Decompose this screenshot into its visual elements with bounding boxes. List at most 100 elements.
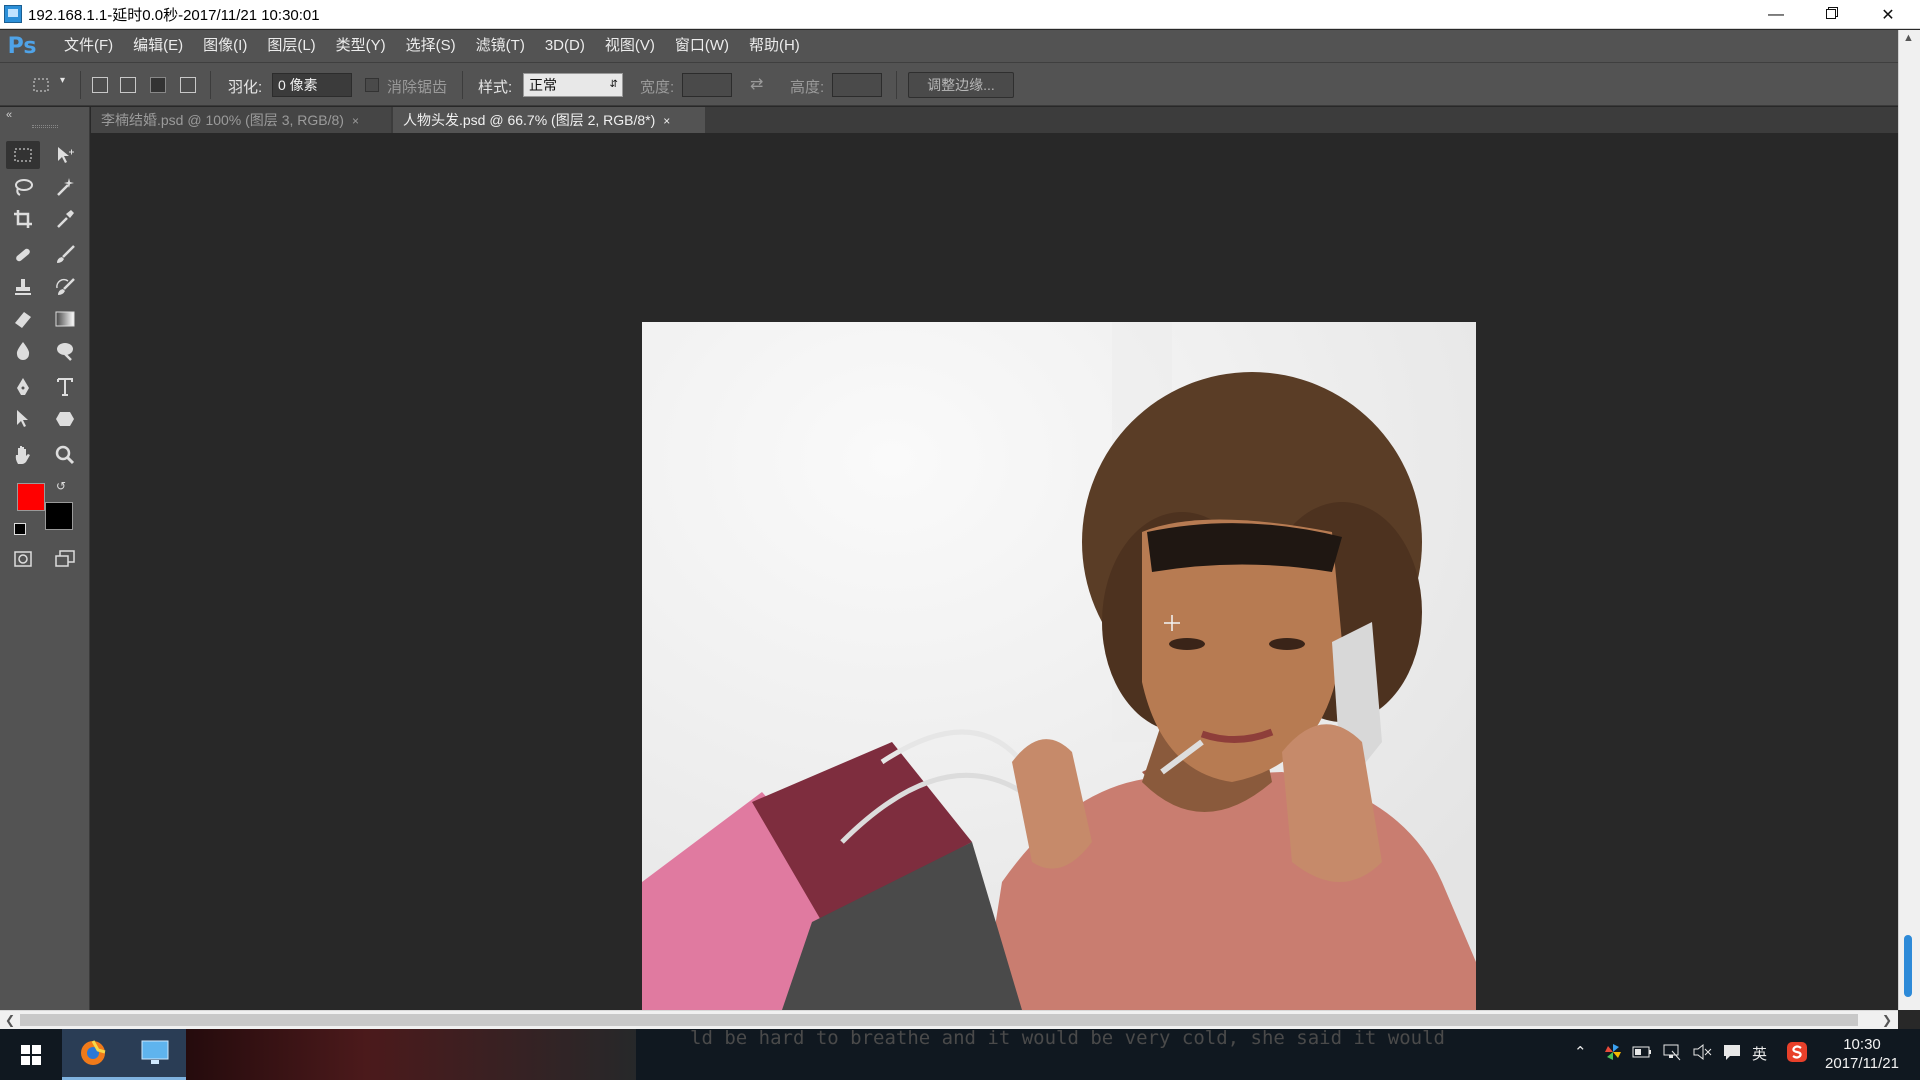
path-selection-tool[interactable]	[6, 405, 40, 433]
taskbar-browser-app[interactable]	[62, 1029, 124, 1080]
foreground-color-swatch[interactable]	[17, 483, 45, 511]
eraser-tool[interactable]	[6, 305, 40, 333]
type-tool[interactable]	[48, 373, 82, 401]
tab-document-2[interactable]: 人物头发.psd @ 66.7% (图层 2, RGB/8*) ×	[393, 107, 705, 133]
menu-help[interactable]: 帮助(H)	[739, 30, 810, 62]
tab-document-1[interactable]: 李楠结婚.psd @ 100% (图层 3, RGB/8) ×	[91, 107, 391, 133]
subtract-from-selection-button[interactable]	[150, 77, 166, 93]
dodge-tool[interactable]	[48, 337, 82, 365]
menu-edit[interactable]: 编辑(E)	[123, 30, 193, 62]
screen-mode-button[interactable]	[48, 545, 82, 573]
network-icon[interactable]	[1662, 1043, 1682, 1065]
collapse-panel-icon[interactable]: «	[6, 109, 12, 121]
width-input[interactable]	[682, 73, 732, 97]
stamp-icon	[15, 279, 31, 295]
volume-muted-icon[interactable]	[1692, 1043, 1712, 1065]
close-button[interactable]: ✕	[1860, 0, 1916, 29]
crop-tool[interactable]	[6, 205, 40, 233]
chevron-down-icon[interactable]: ▾	[60, 75, 65, 86]
minimize-button[interactable]: —	[1748, 0, 1804, 29]
lasso-tool[interactable]	[6, 173, 40, 201]
blur-tool[interactable]	[6, 337, 40, 365]
chevron-updown-icon: ⇵	[609, 79, 618, 90]
gradient-tool[interactable]	[48, 305, 82, 333]
zoom-tool[interactable]	[48, 441, 82, 469]
intersect-selection-button[interactable]	[180, 77, 196, 93]
swap-dimensions-icon[interactable]: ⇄	[750, 74, 763, 94]
swap-colors-icon[interactable]: ↺	[56, 479, 66, 493]
new-selection-button[interactable]	[92, 77, 108, 93]
start-button[interactable]	[0, 1029, 62, 1080]
input-language-indicator[interactable]: 英	[1752, 1043, 1767, 1064]
scroll-right-icon[interactable]: ❯	[1882, 1013, 1892, 1027]
battery-icon[interactable]	[1632, 1043, 1652, 1063]
shape-tool[interactable]	[48, 405, 82, 433]
clone-stamp-tool[interactable]	[6, 273, 40, 301]
style-label: 样式:	[478, 79, 513, 96]
background-color-swatch[interactable]	[45, 502, 73, 530]
minimize-icon: —	[1768, 5, 1784, 23]
healing-brush-tool[interactable]	[6, 241, 40, 269]
menu-file[interactable]: 文件(F)	[54, 30, 123, 62]
dodge-icon	[57, 343, 73, 361]
menu-bar: Ps 文件(F) 编辑(E) 图像(I) 图层(L) 类型(Y) 选择(S) 滤…	[0, 30, 1898, 62]
hand-tool[interactable]	[6, 441, 40, 469]
windows-logo-icon	[21, 1044, 41, 1065]
default-colors-icon[interactable]	[14, 523, 26, 535]
divider	[210, 71, 211, 99]
menu-window[interactable]: 窗口(W)	[665, 30, 739, 62]
restore-icon	[1826, 6, 1838, 24]
pen-icon	[17, 378, 29, 395]
scroll-thumb[interactable]	[1904, 935, 1912, 997]
scroll-up-icon[interactable]: ▲	[1903, 32, 1914, 44]
pinwheel-icon[interactable]	[1604, 1043, 1622, 1065]
menu-image[interactable]: 图像(I)	[193, 30, 257, 62]
history-brush-tool[interactable]	[48, 273, 82, 301]
horizontal-scroll-thumb[interactable]	[20, 1014, 1858, 1026]
tool-preset-picker[interactable]	[24, 71, 58, 99]
vertical-scrollbar[interactable]: ▲	[1898, 30, 1920, 1010]
scroll-left-icon[interactable]: ❮	[5, 1013, 15, 1027]
panel-grip[interactable]	[32, 125, 58, 128]
style-select[interactable]: 正常 ⇵	[523, 73, 623, 97]
healing-brush-icon	[16, 248, 30, 262]
sogou-ime-icon[interactable]	[1786, 1041, 1808, 1067]
eyedropper-tool[interactable]	[48, 205, 82, 233]
refine-edge-button[interactable]: 调整边缘...	[908, 72, 1014, 98]
height-input[interactable]	[832, 73, 882, 97]
menu-view[interactable]: 视图(V)	[595, 30, 665, 62]
lasso-icon	[15, 179, 33, 196]
pen-tool[interactable]	[6, 373, 40, 401]
remote-desktop-icon	[141, 1040, 169, 1064]
document-image[interactable]	[642, 322, 1476, 1010]
browser-icon	[81, 1040, 106, 1065]
close-icon[interactable]: ×	[352, 114, 359, 128]
system-clock[interactable]: 10:30 2017/11/21	[1812, 1035, 1912, 1073]
move-tool[interactable]	[48, 141, 82, 169]
menu-layer[interactable]: 图层(L)	[257, 30, 325, 62]
canvas-area[interactable]	[91, 133, 1898, 1010]
eyedropper-icon	[57, 210, 74, 228]
width-label: 宽度:	[640, 79, 675, 96]
menu-type[interactable]: 类型(Y)	[326, 30, 396, 62]
menu-select[interactable]: 选择(S)	[396, 30, 466, 62]
rectangular-marquee-tool[interactable]	[6, 141, 40, 169]
window-titlebar: 192.168.1.1-延时0.0秒-2017/11/21 10:30:01 —…	[0, 0, 1920, 29]
quick-mask-button[interactable]	[6, 545, 40, 573]
magic-wand-tool[interactable]	[48, 173, 82, 201]
antialias-checkbox[interactable]	[365, 78, 379, 92]
background-wallpaper	[186, 1029, 636, 1080]
background-text: ld be hard to breathe and it would be ve…	[690, 1027, 1445, 1049]
taskbar-remote-desktop-app[interactable]	[124, 1029, 186, 1080]
menu-3d[interactable]: 3D(D)	[535, 30, 595, 62]
chevron-up-icon[interactable]: ⌃	[1574, 1043, 1587, 1061]
menu-filter[interactable]: 滤镜(T)	[466, 30, 535, 62]
add-to-selection-button[interactable]	[120, 77, 136, 93]
close-icon[interactable]: ×	[663, 114, 670, 128]
restore-button[interactable]	[1804, 0, 1860, 29]
feather-input[interactable]: 0 像素	[272, 73, 352, 97]
brush-tool[interactable]	[48, 241, 82, 269]
tab-label: 李楠结婚.psd @ 100% (图层 3, RGB/8)	[101, 112, 344, 128]
blur-drop-icon	[16, 342, 30, 360]
notification-icon[interactable]	[1722, 1043, 1742, 1065]
